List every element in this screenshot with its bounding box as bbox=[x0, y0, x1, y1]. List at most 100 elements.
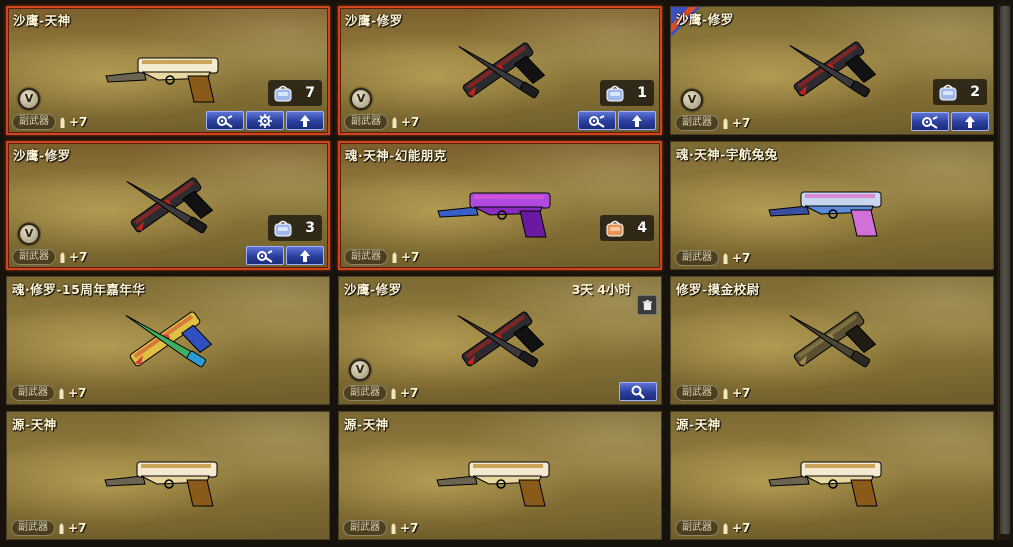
weapon-card[interactable]: 沙鹰-修罗 V 3 副武器 +7 bbox=[6, 141, 330, 270]
weapon-image bbox=[430, 36, 570, 106]
modify-button[interactable] bbox=[911, 112, 949, 131]
weapon-card[interactable]: 沙鹰-修罗 V 2 副武器 +7 bbox=[670, 6, 994, 135]
bullet-icon bbox=[723, 388, 728, 399]
enhance-level: +7 bbox=[401, 115, 420, 129]
up-arrow-icon bbox=[299, 114, 311, 128]
weapon-card[interactable]: 修罗-摸金校尉 副武器 +7 bbox=[670, 276, 994, 405]
package-icon bbox=[273, 84, 293, 102]
item-count: 2 bbox=[933, 79, 987, 105]
modify-button[interactable] bbox=[206, 111, 244, 130]
item-count: 1 bbox=[600, 80, 654, 106]
weapon-card[interactable]: 源-天神 副武器 +7 bbox=[6, 411, 330, 540]
weapon-type-tag: 副武器 bbox=[344, 114, 388, 130]
count-value: 7 bbox=[305, 85, 315, 101]
settings-button[interactable] bbox=[246, 111, 284, 130]
bullet-icon bbox=[60, 252, 65, 263]
weapon-card[interactable]: 源-天神 副武器 +7 bbox=[338, 411, 662, 540]
weapon-type-tag: 副武器 bbox=[12, 249, 56, 265]
delete-button[interactable] bbox=[637, 295, 657, 315]
action-buttons bbox=[578, 111, 656, 130]
bullet-icon bbox=[59, 523, 64, 534]
item-count: 4 bbox=[600, 215, 654, 241]
search-icon bbox=[631, 385, 645, 399]
weapon-type-tag: 副武器 bbox=[11, 385, 55, 401]
weapon-meta: 副武器 +7 bbox=[11, 520, 86, 536]
weapon-name: 沙鹰-修罗 bbox=[344, 282, 402, 297]
weapon-card[interactable]: 沙鹰-修罗 V 1 副武器 +7 bbox=[338, 6, 662, 135]
weapon-type-tag: 副武器 bbox=[675, 520, 719, 536]
weapon-card[interactable]: 魂·天神-幻能朋克 4 副武器 +7 bbox=[338, 141, 662, 270]
weapon-meta: 副武器 +7 bbox=[12, 114, 87, 130]
weapon-card[interactable]: 沙鹰-修罗 3天 4小时 V 副武器 +7 bbox=[338, 276, 662, 405]
weapon-image bbox=[430, 171, 570, 241]
weapon-name: 沙鹰-天神 bbox=[13, 13, 71, 28]
weapon-grid: 沙鹰-天神 V 7 副武器 +7 沙鹰-修罗 V 1 副武器 +7 沙鹰-修罗 … bbox=[6, 6, 994, 540]
enhance-level: +7 bbox=[732, 386, 751, 400]
modify-button[interactable] bbox=[246, 246, 284, 265]
enhance-level: +7 bbox=[732, 116, 751, 130]
package-icon bbox=[605, 84, 625, 102]
weapon-meta: 副武器 +7 bbox=[675, 385, 750, 401]
weapon-type-tag: 副武器 bbox=[11, 520, 55, 536]
enhance-level: +7 bbox=[732, 251, 751, 265]
weapon-type-tag: 副武器 bbox=[12, 114, 56, 130]
bullet-icon bbox=[391, 388, 396, 399]
bullet-icon bbox=[392, 117, 397, 128]
weapon-name: 沙鹰-修罗 bbox=[345, 13, 403, 28]
bullet-icon bbox=[392, 252, 397, 263]
bullet-icon bbox=[723, 253, 728, 264]
package-icon bbox=[605, 219, 625, 237]
modify-button[interactable] bbox=[578, 111, 616, 130]
gear-icon bbox=[258, 113, 272, 128]
enhance-level: +7 bbox=[69, 250, 88, 264]
scrollbar-thumb[interactable] bbox=[1000, 6, 1010, 534]
enhance-level: +7 bbox=[69, 115, 88, 129]
weapon-name: 魂·天神-宇航兔兔 bbox=[676, 147, 778, 162]
weapon-type-tag: 副武器 bbox=[343, 520, 387, 536]
weapon-meta: 副武器 +7 bbox=[675, 250, 750, 266]
item-count: 7 bbox=[268, 80, 322, 106]
weapon-meta: 副武器 +7 bbox=[343, 385, 418, 401]
action-buttons bbox=[911, 112, 989, 131]
weapon-image bbox=[98, 171, 238, 241]
weapon-card[interactable]: 魂·修罗-15周年嘉年华 副武器 +7 bbox=[6, 276, 330, 405]
weapon-image bbox=[97, 440, 237, 510]
weapon-card[interactable]: 源-天神 副武器 +7 bbox=[670, 411, 994, 540]
weapon-type-tag: 副武器 bbox=[675, 115, 719, 131]
weapon-card[interactable]: 魂·天神-宇航兔兔 副武器 +7 bbox=[670, 141, 994, 270]
wrench-gear-icon bbox=[215, 114, 235, 128]
weapon-type-tag: 副武器 bbox=[344, 249, 388, 265]
enhance-level: +7 bbox=[732, 521, 751, 535]
weapon-type-tag: 副武器 bbox=[675, 250, 719, 266]
enhance-level: +7 bbox=[400, 521, 419, 535]
weapon-image bbox=[97, 305, 237, 375]
upgrade-button[interactable] bbox=[286, 246, 324, 265]
bullet-icon bbox=[59, 388, 64, 399]
upgrade-button[interactable] bbox=[951, 112, 989, 131]
weapon-name: 修罗-摸金校尉 bbox=[676, 282, 760, 297]
upgrade-button[interactable] bbox=[286, 111, 324, 130]
count-value: 3 bbox=[305, 220, 315, 236]
trash-icon bbox=[642, 299, 652, 310]
count-value: 2 bbox=[970, 84, 980, 100]
weapon-card[interactable]: 沙鹰-天神 V 7 副武器 +7 bbox=[6, 6, 330, 135]
weapon-name: 沙鹰-修罗 bbox=[676, 12, 734, 27]
weapon-image bbox=[761, 440, 901, 510]
up-arrow-icon bbox=[964, 115, 976, 129]
weapon-name: 源-天神 bbox=[676, 417, 721, 432]
wrench-gear-icon bbox=[920, 115, 940, 129]
scrollbar[interactable] bbox=[998, 4, 1011, 540]
bullet-icon bbox=[723, 523, 728, 534]
weapon-image bbox=[98, 36, 238, 106]
inspect-button[interactable] bbox=[619, 382, 657, 401]
weapon-name: 源-天神 bbox=[344, 417, 389, 432]
up-arrow-icon bbox=[631, 114, 643, 128]
package-icon bbox=[273, 219, 293, 237]
v-badge-icon: V bbox=[18, 88, 40, 110]
upgrade-button[interactable] bbox=[618, 111, 656, 130]
v-badge-icon: V bbox=[681, 89, 703, 111]
weapon-name: 沙鹰-修罗 bbox=[13, 148, 71, 163]
bullet-icon bbox=[723, 118, 728, 129]
weapon-meta: 副武器 +7 bbox=[344, 249, 419, 265]
weapon-name: 魂·天神-幻能朋克 bbox=[345, 148, 447, 163]
